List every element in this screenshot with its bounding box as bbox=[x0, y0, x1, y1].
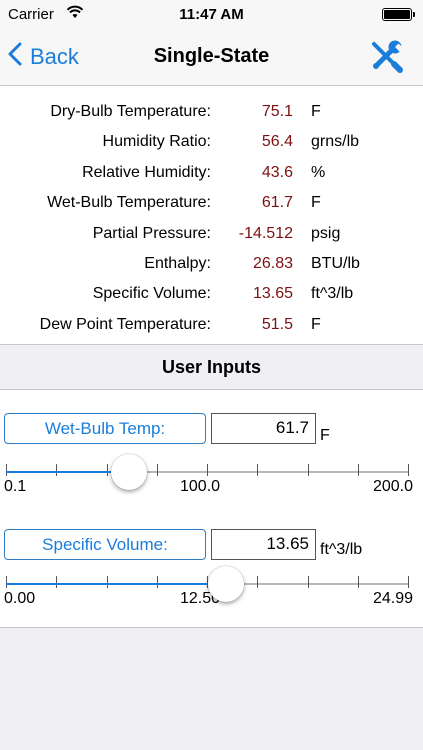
wet-bulb-temp-field[interactable]: 61.7 bbox=[211, 413, 316, 444]
wet-bulb-temp-button[interactable]: Wet-Bulb Temp: bbox=[4, 413, 206, 444]
tools-button[interactable] bbox=[368, 38, 404, 74]
slider-tick bbox=[308, 576, 309, 588]
slider-tick bbox=[408, 464, 409, 476]
result-unit: psig bbox=[311, 225, 341, 242]
result-row-dew-point: Dew Point Temperature: 51.5 F bbox=[0, 310, 423, 340]
specific-volume-field[interactable]: 13.65 bbox=[211, 529, 316, 560]
wrench-screwdriver-icon bbox=[368, 40, 404, 78]
slider-tick bbox=[207, 464, 208, 476]
slider-tick bbox=[308, 464, 309, 476]
slider-tick bbox=[107, 576, 108, 588]
result-label: Wet-Bulb Temperature: bbox=[47, 194, 211, 211]
result-row-relative-humidity: Relative Humidity: 43.6 % bbox=[0, 158, 423, 188]
result-label: Humidity Ratio: bbox=[102, 133, 211, 150]
slider-tick bbox=[107, 464, 108, 476]
slider-tick bbox=[56, 576, 57, 588]
slider-tick bbox=[157, 576, 158, 588]
result-value: 13.65 bbox=[252, 285, 293, 302]
result-label: Dry-Bulb Temperature: bbox=[50, 103, 211, 120]
slider-tick bbox=[358, 576, 359, 588]
battery-icon bbox=[382, 8, 412, 21]
results-panel: Dry-Bulb Temperature: 75.1 F Humidity Ra… bbox=[0, 86, 423, 344]
slider-min-label: 0.00 bbox=[4, 590, 36, 607]
slider-mid-label: 100.0 bbox=[180, 478, 221, 495]
page-title: Single-State bbox=[153, 45, 270, 67]
result-value: 75.1 bbox=[261, 103, 293, 120]
result-unit: F bbox=[311, 194, 321, 211]
slider-max-label: 24.99 bbox=[372, 590, 413, 607]
specific-volume-button[interactable]: Specific Volume: bbox=[4, 529, 206, 560]
result-label: Relative Humidity: bbox=[82, 164, 211, 181]
result-unit: F bbox=[311, 316, 321, 333]
result-label: Dew Point Temperature: bbox=[39, 316, 211, 333]
result-value: 61.7 bbox=[261, 194, 293, 211]
slider-tick bbox=[157, 464, 158, 476]
result-unit: BTU/lb bbox=[311, 255, 360, 272]
slider-tick bbox=[6, 576, 7, 588]
specific-volume-unit: ft^3/lb bbox=[320, 541, 363, 558]
clock-time: 11:47 AM bbox=[179, 6, 244, 23]
result-unit: grns/lb bbox=[311, 133, 360, 150]
wet-bulb-temp-unit: F bbox=[320, 427, 330, 444]
result-row-humidity-ratio: Humidity Ratio: 56.4 grns/lb bbox=[0, 127, 423, 157]
slider-tick bbox=[257, 576, 258, 588]
user-inputs-header: User Inputs bbox=[0, 344, 423, 390]
result-row-wet-bulb: Wet-Bulb Temperature: 61.7 F bbox=[0, 188, 423, 218]
specific-volume-slider[interactable]: 12.50 bbox=[6, 565, 409, 607]
result-value: 51.5 bbox=[261, 316, 293, 333]
navigation-bar: Back Single-State bbox=[0, 30, 423, 86]
result-row-dry-bulb: Dry-Bulb Temperature: 75.1 F bbox=[0, 97, 423, 127]
result-value: 26.83 bbox=[252, 255, 293, 272]
slider-thumb[interactable] bbox=[208, 566, 244, 602]
result-unit: ft^3/lb bbox=[311, 285, 354, 302]
battery-tip bbox=[413, 12, 415, 17]
result-row-partial-pressure: Partial Pressure: -14.512 psig bbox=[0, 219, 423, 249]
result-label: Specific Volume: bbox=[92, 285, 211, 302]
slider-track-fill bbox=[6, 583, 226, 585]
user-inputs-panel: Wet-Bulb Temp: 61.7 F 0.1 100.0 200.0 Sp… bbox=[0, 390, 423, 628]
result-unit: F bbox=[311, 103, 321, 120]
slider-tick bbox=[257, 464, 258, 476]
result-value: -14.512 bbox=[238, 225, 293, 242]
result-row-enthalpy: Enthalpy: 26.83 BTU/lb bbox=[0, 249, 423, 279]
slider-tick bbox=[408, 576, 409, 588]
slider-max-label: 200.0 bbox=[372, 478, 413, 495]
slider-thumb[interactable] bbox=[111, 454, 147, 490]
result-row-specific-volume: Specific Volume: 13.65 ft^3/lb bbox=[0, 279, 423, 309]
slider-tick bbox=[358, 464, 359, 476]
slider-min-label: 0.1 bbox=[4, 478, 27, 495]
result-value: 56.4 bbox=[261, 133, 293, 150]
slider-tick bbox=[56, 464, 57, 476]
status-bar: Carrier 11:47 AM bbox=[0, 0, 423, 30]
result-label: Partial Pressure: bbox=[92, 225, 211, 242]
result-value: 43.6 bbox=[261, 164, 293, 181]
slider-tick bbox=[6, 464, 7, 476]
result-unit: % bbox=[311, 164, 326, 181]
result-label: Enthalpy: bbox=[144, 255, 211, 272]
